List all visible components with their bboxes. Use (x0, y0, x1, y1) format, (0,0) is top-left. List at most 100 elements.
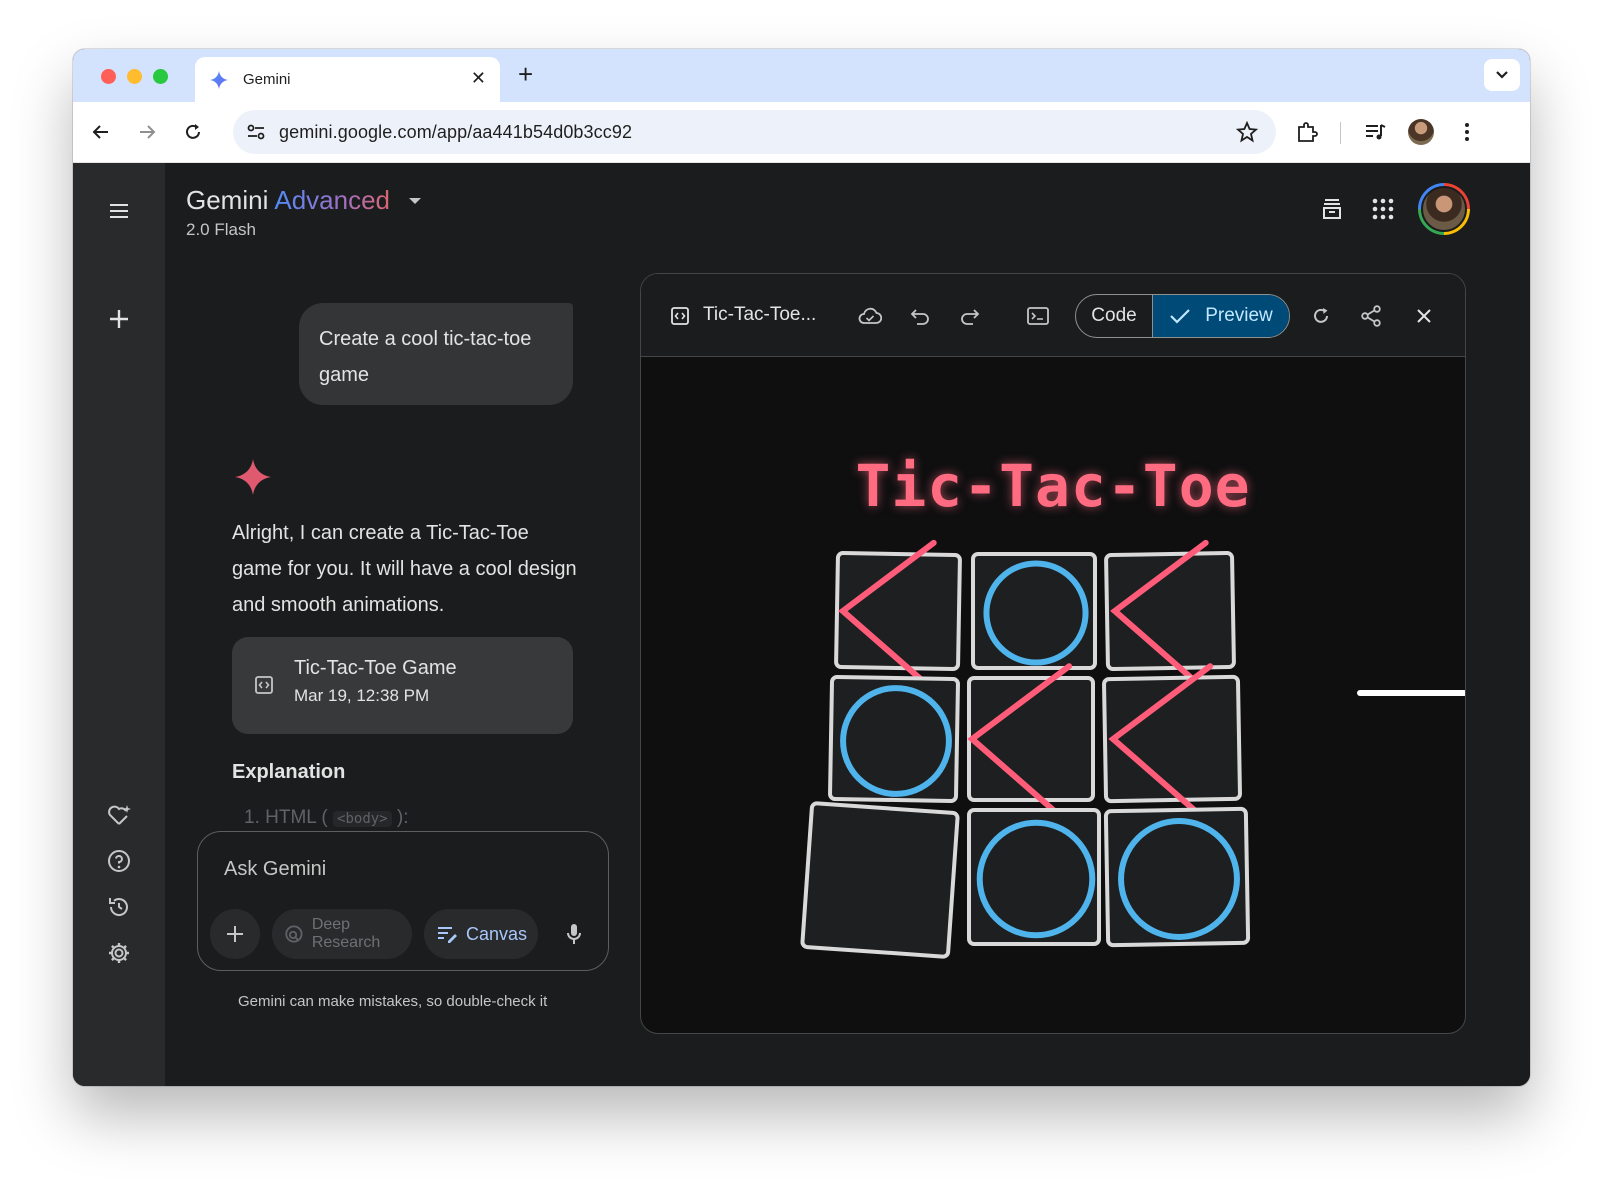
brand-tier: Advanced (274, 185, 391, 215)
canvas-toolbar: Tic-Tac-Toe... Code Preview (641, 274, 1465, 357)
o-stroke (840, 685, 952, 797)
microphone-button[interactable] (558, 918, 590, 950)
brand-name: Gemini (186, 185, 269, 215)
tab-close-icon[interactable]: ✕ (471, 68, 486, 89)
code-icon (255, 676, 273, 694)
code-icon (671, 307, 689, 325)
save-status-button[interactable] (854, 300, 886, 332)
gemini-sparkle-icon (210, 70, 228, 89)
redo-button[interactable] (954, 300, 986, 332)
settings-button[interactable] (103, 937, 135, 969)
gem-icon (108, 805, 131, 825)
canvas-button[interactable]: Canvas (424, 909, 538, 959)
console-button[interactable] (1022, 300, 1054, 332)
bookmark-star-icon[interactable] (1236, 121, 1258, 143)
doc-type-button (664, 300, 696, 332)
preview-label: Preview (1205, 305, 1273, 326)
toolbar-divider (1340, 122, 1341, 144)
forward-button[interactable] (133, 118, 161, 146)
o-stroke (1118, 818, 1240, 940)
help-button[interactable] (103, 845, 135, 877)
game-title: Tic-Tac-Toe (855, 452, 1251, 520)
prompt-composer: Ask Gemini Deep Research Canvas (197, 831, 609, 971)
panel-resize-handle[interactable] (1357, 690, 1465, 696)
game-board (791, 539, 1271, 964)
microphone-icon (567, 924, 581, 944)
canvas-icon (438, 927, 457, 943)
canvas-panel: Tic-Tac-Toe... Code Preview Tic-Tac-Toe (640, 273, 1466, 1034)
list-item-suffix: ): (396, 807, 409, 828)
site-info-icon[interactable] (245, 121, 267, 143)
deep-research-label: Deep Research (311, 916, 381, 951)
profile-button[interactable] (1405, 116, 1437, 148)
browser-window: Gemini ✕ + gemini.google.com/app/aa441b5… (73, 49, 1530, 1086)
gem-manager-button[interactable] (103, 799, 135, 831)
maximize-window-button[interactable] (153, 69, 168, 84)
menu-icon (110, 204, 128, 218)
back-button[interactable] (87, 118, 115, 146)
board-cell[interactable] (800, 800, 960, 960)
assistant-reply: Alright, I can create a Tic-Tac-Toe game… (232, 522, 577, 616)
console-icon (1027, 307, 1049, 325)
undo-icon (910, 309, 929, 325)
undo-button[interactable] (904, 300, 936, 332)
close-window-button[interactable] (101, 69, 116, 84)
tab-code[interactable]: Code (1076, 295, 1153, 337)
deep-research-button[interactable]: Deep Research (272, 909, 412, 959)
share-button[interactable] (1355, 300, 1387, 332)
settings-icon (109, 943, 129, 963)
close-icon (1417, 309, 1431, 323)
share-icon (1361, 305, 1381, 327)
activity-button[interactable] (103, 891, 135, 923)
apps-grid-icon (1372, 198, 1394, 220)
extensions-button[interactable] (1291, 116, 1323, 148)
main-menu-button[interactable] (103, 195, 135, 227)
browser-toolbar: gemini.google.com/app/aa441b54d0b3cc92 (73, 102, 1530, 163)
check-icon (1170, 309, 1190, 324)
doc-date: Mar 19, 12:38 PM (294, 686, 430, 705)
account-avatar[interactable] (1418, 183, 1470, 235)
new-chat-icon (110, 310, 128, 328)
add-files-button[interactable] (210, 909, 260, 959)
media-controls-button[interactable] (1359, 116, 1391, 148)
deep-research-icon (285, 925, 303, 943)
list-item-prefix: 1. HTML ( (244, 807, 328, 828)
refresh-button[interactable] (1305, 300, 1337, 332)
refresh-icon (1314, 308, 1328, 323)
new-tab-button[interactable]: + (518, 61, 533, 87)
close-canvas-button[interactable] (1408, 300, 1440, 332)
apps-button[interactable] (1367, 193, 1399, 225)
gemini-app: Gemini Advanced 2.0 Flash Create a cool t… (73, 163, 1530, 1086)
gemini-sparkle-icon (235, 459, 271, 495)
minimize-window-button[interactable] (127, 69, 142, 84)
side-rail (73, 163, 165, 1086)
tab-title: Gemini (243, 71, 291, 88)
tab-gemini[interactable]: Gemini ✕ (195, 57, 500, 102)
reload-button[interactable] (179, 118, 207, 146)
o-mark (1118, 818, 1240, 940)
section-heading: Explanation (232, 761, 346, 783)
address-bar[interactable]: gemini.google.com/app/aa441b54d0b3cc92 (233, 110, 1276, 154)
caret-down-icon (409, 198, 422, 204)
disclaimer: Gemini can make mistakes, so double-chec… (238, 993, 548, 1010)
list-item: 1. HTML ( <body> ): (244, 807, 409, 829)
activity-icon (109, 898, 128, 916)
canvas-label: Canvas (466, 923, 528, 944)
more-vert-icon (1465, 123, 1469, 141)
model-name: 2.0 Flash (186, 220, 256, 239)
prompt-input[interactable]: Ask Gemini (224, 858, 326, 881)
tab-preview[interactable]: Preview (1153, 295, 1289, 337)
user-message: Create a cool tic-tac-toe game (299, 303, 573, 405)
tab-search-button[interactable] (1484, 59, 1520, 91)
o-stroke (976, 819, 1096, 939)
chevron-down-icon (1496, 71, 1508, 79)
browser-menu-button[interactable] (1451, 116, 1483, 148)
arrow-left-icon (92, 125, 108, 139)
archive-button[interactable] (1316, 193, 1348, 225)
new-chat-button[interactable] (103, 303, 135, 335)
doc-title: Tic-Tac-Toe Game (294, 657, 457, 679)
model-switcher[interactable]: Gemini Advanced (186, 185, 422, 216)
url-text: gemini.google.com/app/aa441b54d0b3cc92 (279, 121, 633, 142)
canvas-doc-card[interactable]: Tic-Tac-Toe Game Mar 19, 12:38 PM (232, 637, 573, 734)
canvas-title: Tic-Tac-Toe... (703, 304, 817, 325)
